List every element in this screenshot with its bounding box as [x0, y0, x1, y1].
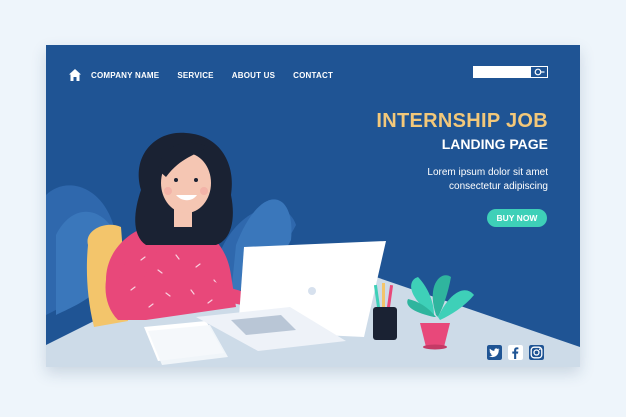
twitter-icon[interactable] [487, 345, 502, 360]
search-icon [534, 68, 544, 76]
social-links [487, 345, 550, 360]
home-icon[interactable] [68, 68, 82, 82]
hero-description: Lorem ipsum dolor sit amet consectetur a… [427, 166, 548, 194]
buy-now-button[interactable]: BUY NOW [487, 209, 547, 227]
landing-page-card: COMPANY NAME SERVICE ABOUT US CONTACT IN… [46, 45, 580, 367]
search-button[interactable] [530, 67, 547, 77]
nav-link-contact[interactable]: CONTACT [293, 71, 333, 80]
nav-link-company-name[interactable]: COMPANY NAME [91, 71, 159, 80]
hero-description-line: consectetur adipiscing [449, 181, 548, 192]
search-input[interactable] [474, 67, 530, 77]
nav-link-service[interactable]: SERVICE [177, 71, 213, 80]
nav-link-about-us[interactable]: ABOUT US [232, 71, 275, 80]
hero-description-line: Lorem ipsum dolor sit amet [427, 167, 548, 178]
facebook-icon[interactable] [508, 345, 523, 360]
top-nav: COMPANY NAME SERVICE ABOUT US CONTACT [68, 67, 351, 83]
hero-illustration [46, 132, 580, 367]
hero-title: INTERNSHIP JOB [376, 110, 548, 132]
search-box [473, 66, 548, 78]
hero-subtitle: LANDING PAGE [441, 136, 548, 152]
instagram-icon[interactable] [529, 345, 544, 360]
